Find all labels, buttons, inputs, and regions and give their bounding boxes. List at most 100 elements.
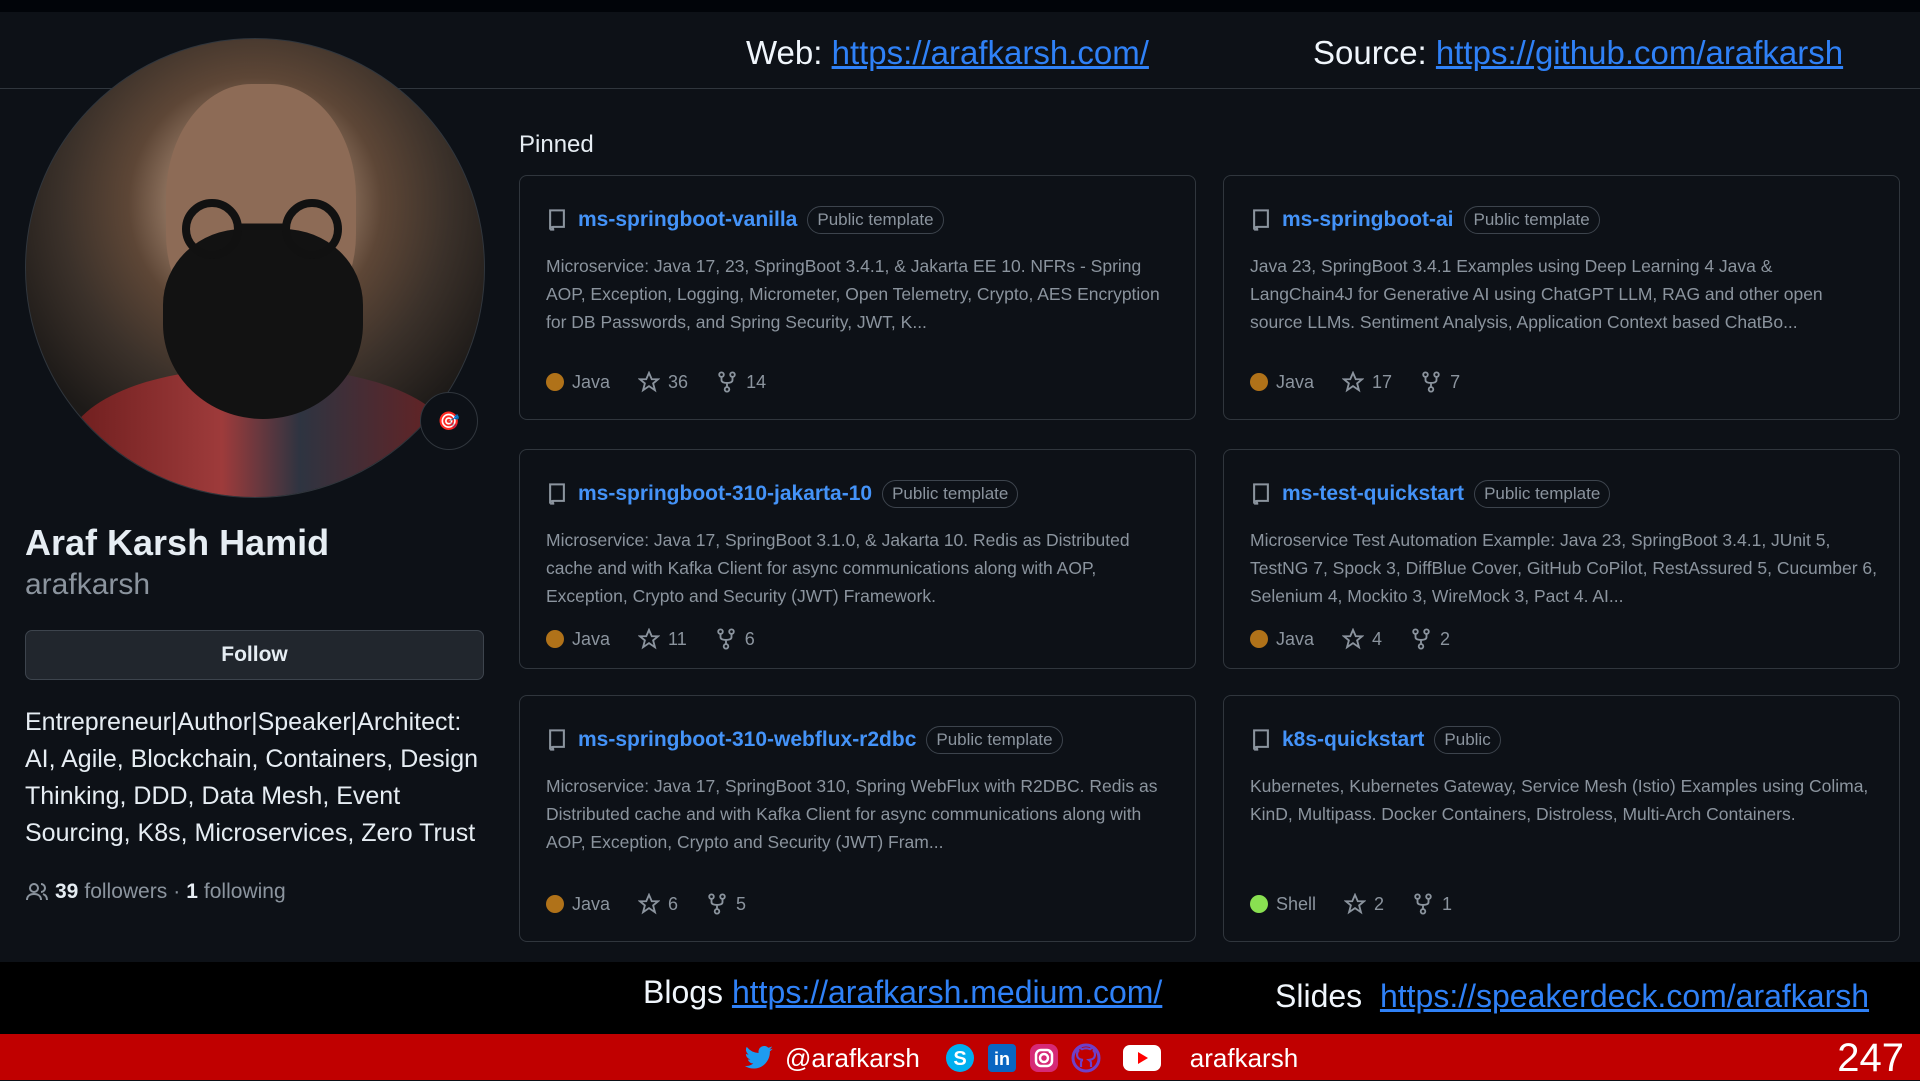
repo-icon (1253, 729, 1269, 751)
repo-language: Java (572, 628, 611, 649)
twitter-icon[interactable] (743, 1042, 775, 1074)
repo-name-link[interactable]: ms-springboot-310-webflux-r2dbc (578, 728, 916, 752)
star-icon (638, 893, 661, 915)
stars-link[interactable]: 6 (638, 893, 678, 915)
language-color-dot (546, 373, 564, 391)
repo-icon (549, 209, 565, 231)
repo-icon (1253, 483, 1269, 505)
repo-description: Microservice: Java 17, 23, SpringBoot 3.… (546, 256, 1160, 332)
skype-icon[interactable]: S (944, 1042, 976, 1074)
pinned-heading: Pinned (519, 131, 594, 158)
instagram-icon[interactable] (1028, 1042, 1060, 1074)
language-color-dot (1250, 373, 1268, 391)
stars-count: 11 (668, 628, 687, 649)
youtube-icon[interactable] (1120, 1042, 1164, 1074)
slides-link[interactable]: https://speakerdeck.com/arafkarsh (1380, 978, 1869, 1014)
fork-icon (717, 628, 735, 650)
web-link[interactable]: https://arafkarsh.com/ (832, 34, 1149, 71)
separator: · (173, 880, 181, 903)
stars-link[interactable]: 17 (1342, 371, 1392, 393)
pinned-repo-card: k8s-quickstart Public Kubernetes, Kubern… (1223, 695, 1900, 942)
repo-language: Shell (1276, 893, 1317, 914)
forks-count: 7 (1450, 371, 1461, 392)
followers-row: 39 followers · 1 following (25, 880, 286, 904)
forks-link[interactable]: 7 (1420, 371, 1460, 393)
repo-name-link[interactable]: ms-test-quickstart (1282, 482, 1464, 506)
follow-button[interactable]: Follow (25, 630, 484, 680)
pinned-repo-card: ms-springboot-ai Public template Java 23… (1223, 175, 1900, 420)
top-edge (0, 0, 1920, 12)
stars-link[interactable]: 36 (638, 371, 688, 393)
visibility-badge: Public template (807, 206, 944, 234)
blogs-link[interactable]: https://arafkarsh.medium.com/ (732, 974, 1162, 1010)
star-icon (638, 628, 661, 650)
avatar[interactable] (25, 38, 485, 498)
stars-count: 36 (668, 371, 689, 392)
pinned-repo-card: ms-springboot-310-webflux-r2dbc Public t… (519, 695, 1196, 942)
star-icon (638, 371, 661, 393)
fork-icon (718, 371, 736, 393)
svg-text:in: in (994, 1049, 1010, 1069)
repo-language: Java (1276, 371, 1315, 392)
forks-link[interactable]: 5 (706, 893, 746, 915)
blogs-link-row: Blogs https://arafkarsh.medium.com/ (643, 974, 1162, 1011)
following-count[interactable]: 1 (186, 880, 198, 904)
star-icon (1342, 371, 1365, 393)
repo-name-link[interactable]: ms-springboot-310-jakarta-10 (578, 482, 872, 506)
repo-icon (549, 483, 565, 505)
profile-name: Araf Karsh Hamid (25, 522, 330, 563)
fork-icon (1414, 893, 1432, 915)
stars-link[interactable]: 4 (1342, 628, 1382, 650)
social-handle[interactable]: arafkarsh (1190, 1043, 1298, 1074)
repo-name-link[interactable]: k8s-quickstart (1282, 728, 1424, 752)
repo-name-link[interactable]: ms-springboot-ai (1282, 208, 1454, 232)
repo-description: Kubernetes, Kubernetes Gateway, Service … (1250, 776, 1869, 824)
visibility-badge: Public (1434, 726, 1501, 754)
profile-bio: Entrepreneur|Author|Speaker|Architect: A… (25, 708, 479, 847)
svg-text:S: S (953, 1048, 966, 1070)
profile-login: arafkarsh (25, 568, 151, 601)
forks-count: 1 (1442, 893, 1453, 914)
forks-link[interactable]: 14 (716, 371, 766, 393)
following-label[interactable]: following (204, 880, 286, 904)
source-link-row: Source: https://github.com/arafkarsh (1313, 34, 1843, 72)
forks-link[interactable]: 6 (715, 628, 755, 650)
repo-name-link[interactable]: ms-springboot-vanilla (578, 208, 797, 232)
repo-language: Java (572, 893, 611, 914)
linkedin-icon[interactable]: in (986, 1042, 1018, 1074)
language-color-dot (1250, 630, 1268, 648)
forks-link[interactable]: 1 (1412, 893, 1452, 915)
fork-icon (708, 893, 726, 915)
repo-language: Java (1276, 628, 1315, 649)
stars-link[interactable]: 2 (1344, 893, 1384, 915)
forks-link[interactable]: 2 (1410, 628, 1450, 650)
visibility-badge: Public template (1463, 206, 1600, 234)
status-emoji-button[interactable]: 🎯 (420, 392, 478, 450)
bottom-links: Blogs https://arafkarsh.medium.com/ Slid… (0, 962, 1920, 1034)
web-link-row: Web: https://arafkarsh.com/ (746, 34, 1149, 72)
twitter-handle[interactable]: @arafkarsh (785, 1043, 920, 1074)
visibility-badge: Public template (882, 480, 1019, 508)
social-links: @arafkarsh S in arafkarsh (743, 1042, 1298, 1074)
emoji-icon: 🎯 (437, 410, 461, 431)
fork-icon (1422, 371, 1440, 393)
web-label: Web: (746, 34, 823, 71)
github-icon[interactable] (1070, 1042, 1102, 1074)
pinned-repo-card: ms-test-quickstart Public template Micro… (1223, 449, 1900, 669)
forks-count: 14 (746, 371, 767, 392)
language-color-dot (1250, 895, 1268, 913)
stars-count: 4 (1372, 628, 1383, 649)
repo-description: Java 23, SpringBoot 3.4.1 Examples using… (1250, 256, 1823, 332)
star-icon (1344, 893, 1367, 915)
followers-count[interactable]: 39 (55, 880, 78, 904)
forks-count: 6 (744, 628, 755, 649)
footer-bar: @arafkarsh S in arafkarsh 247 (0, 1034, 1920, 1080)
visibility-badge: Public template (926, 726, 1063, 754)
stars-count: 6 (668, 893, 679, 914)
followers-label[interactable]: followers (84, 880, 167, 904)
visibility-badge: Public template (1474, 480, 1611, 508)
source-link[interactable]: https://github.com/arafkarsh (1436, 34, 1843, 71)
stars-link[interactable]: 11 (638, 628, 687, 650)
repo-language: Java (572, 371, 611, 392)
slides-link-row: Slides https://speakerdeck.com/arafkarsh (1275, 978, 1869, 1015)
